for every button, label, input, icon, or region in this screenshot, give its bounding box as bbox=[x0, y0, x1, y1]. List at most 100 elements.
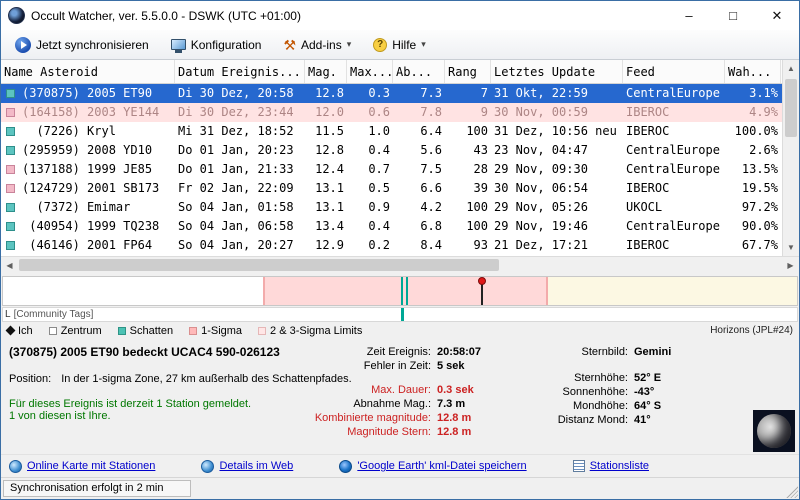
detail-value: 5 sek bbox=[437, 360, 465, 372]
cell-update: 31 Dez, 10:56 neu bbox=[494, 124, 617, 138]
detail-row: Sonnenhöhe: -43° bbox=[536, 385, 671, 399]
cell-max: 0.7 bbox=[368, 162, 390, 176]
legend-ich-label: Ich bbox=[18, 324, 33, 337]
column-header-update[interactable]: Letztes Update bbox=[491, 60, 623, 83]
cell-mag: 12.8 bbox=[315, 143, 344, 157]
column-header-wahr[interactable]: Wah... bbox=[725, 60, 781, 83]
shadow-path-line bbox=[401, 277, 403, 305]
detail-label: Sternhöhe: bbox=[574, 372, 628, 384]
cell-rang: 39 bbox=[473, 181, 488, 195]
cell-name: (164158) 2003 YE144 bbox=[22, 105, 160, 119]
detail-value: -43° bbox=[634, 386, 655, 398]
cell-datum: Fr 02 Jan, 22:09 bbox=[178, 181, 294, 195]
links-bar: Online Karte mit Stationen Details im Web… bbox=[1, 454, 799, 477]
column-header-name[interactable]: Name Asteroid bbox=[1, 60, 175, 83]
cell-max: 0.6 bbox=[368, 105, 390, 119]
cell-wahr: 67.7% bbox=[741, 238, 778, 252]
event-tag-icon bbox=[1, 84, 19, 103]
close-button[interactable]: ✕ bbox=[755, 1, 799, 30]
legend-zentrum-label: Zentrum bbox=[60, 324, 102, 337]
table-row[interactable]: (7226) Kryl Mi 31 Dez, 18:52 11.5 1.0 6.4 100… bbox=[1, 122, 782, 141]
event-tag-icon bbox=[1, 160, 19, 179]
detail-row: Fehler in Zeit: 5 sek bbox=[253, 359, 481, 373]
vertical-scrollbar[interactable]: ▲ ▼ bbox=[782, 60, 799, 256]
column-header-rang[interactable]: Rang bbox=[445, 60, 491, 83]
legend: Ich Zentrum Schatten 1-Sigma 2 & 3-Sigma… bbox=[1, 322, 799, 339]
horizontal-scroll-track[interactable] bbox=[18, 257, 782, 273]
table-row[interactable]: (124729) 2001 SB173 Fr 02 Jan, 22:09 13.1 0… bbox=[1, 179, 782, 198]
column-header-max[interactable]: Max... bbox=[347, 60, 393, 83]
horizontal-scrollbar[interactable]: ◀ ▶ bbox=[1, 256, 799, 273]
detail-label: Mondhöhe: bbox=[572, 400, 628, 412]
cell-update: 29 Nov, 05:26 bbox=[494, 200, 588, 214]
detail-value: 52° E bbox=[634, 372, 662, 384]
horizontal-scroll-thumb[interactable] bbox=[19, 259, 499, 271]
cell-mag: 13.1 bbox=[315, 181, 344, 195]
vertical-scroll-thumb[interactable] bbox=[785, 79, 797, 137]
cell-update: 29 Nov, 09:30 bbox=[494, 162, 588, 176]
google-earth-kml-link[interactable]: 'Google Earth' kml-Datei speichern bbox=[339, 459, 527, 473]
station-list-link[interactable]: Stationsliste bbox=[572, 460, 649, 472]
cell-rang: 43 bbox=[473, 143, 488, 157]
sync-now-button[interactable]: Jetzt synchronisieren bbox=[6, 33, 158, 57]
legend-23-sigma-label: 2 & 3-Sigma Limits bbox=[270, 324, 363, 337]
ephemeris-source-label: Horizons (JPL#24) bbox=[710, 325, 793, 336]
maximize-button[interactable]: □ bbox=[711, 1, 755, 30]
detail-value: 12.8 m bbox=[437, 412, 472, 424]
cell-max: 0.2 bbox=[368, 238, 390, 252]
detail-row: Magnitude Stern: 12.8 m bbox=[253, 425, 481, 439]
cell-rang: 100 bbox=[466, 124, 488, 138]
cell-ab: 8.4 bbox=[420, 238, 442, 252]
detail-value: 7.3 m bbox=[437, 398, 466, 410]
table-row[interactable]: (295959) 2008 YD10 Do 01 Jan, 20:23 12.8 0.… bbox=[1, 141, 782, 160]
scroll-down-icon[interactable]: ▼ bbox=[783, 239, 799, 256]
community-tags-strip[interactable]: L [Community Tags] bbox=[2, 307, 798, 322]
event-tag-icon bbox=[1, 217, 19, 236]
table-row[interactable]: (46146) 2001 FP64 So 04 Jan, 20:27 12.9 0.2… bbox=[1, 236, 782, 255]
resize-grip[interactable] bbox=[785, 485, 798, 498]
cell-feed: CentralEurope bbox=[626, 143, 720, 157]
detail-row: Distanz Mond: 41° bbox=[536, 413, 671, 427]
column-header-datum[interactable]: Datum Ereignis... bbox=[175, 60, 305, 83]
cell-datum: Do 01 Jan, 21:33 bbox=[178, 162, 294, 176]
sigma23-swatch-icon bbox=[258, 326, 267, 335]
scroll-left-icon[interactable]: ◀ bbox=[1, 257, 18, 273]
table-row[interactable]: (370875) 2005 ET90 Di 30 Dez, 20:58 12.8 0.… bbox=[1, 84, 782, 103]
chevron-down-icon: ▾ bbox=[346, 39, 352, 49]
occultation-path-chart[interactable] bbox=[2, 276, 798, 306]
online-map-link[interactable]: Online Karte mit Stationen bbox=[9, 459, 155, 473]
configuration-icon bbox=[170, 39, 186, 53]
outer-region bbox=[548, 277, 797, 305]
cell-name: (40954) 1999 TQ238 bbox=[22, 219, 160, 233]
table-row[interactable]: (137188) 1999 JE85 Do 01 Jan, 21:33 12.4 0.… bbox=[1, 160, 782, 179]
column-header-ab[interactable]: Ab... bbox=[393, 60, 445, 83]
sync-now-label: Jetzt synchronisieren bbox=[36, 37, 149, 52]
table-body: (370875) 2005 ET90 Di 30 Dez, 20:58 12.8 0.… bbox=[1, 84, 782, 256]
detail-row: Mondhöhe: 64° S bbox=[536, 399, 671, 413]
table-row[interactable]: (40954) 1999 TQ238 So 04 Jan, 06:58 13.4 0.… bbox=[1, 217, 782, 236]
addins-button[interactable]: ⚒ Add-ins ▾ bbox=[274, 34, 360, 56]
scroll-right-icon[interactable]: ▶ bbox=[782, 257, 799, 273]
cell-name: (370875) 2005 ET90 bbox=[22, 86, 153, 100]
app-icon bbox=[8, 7, 25, 24]
column-header-feed[interactable]: Feed bbox=[623, 60, 725, 83]
scroll-up-icon[interactable]: ▲ bbox=[783, 60, 799, 77]
link-label: Details im Web bbox=[219, 460, 294, 472]
vertical-scroll-track[interactable] bbox=[783, 77, 799, 239]
addins-label: Add-ins bbox=[301, 37, 342, 52]
legend-zentrum: Zentrum bbox=[48, 324, 102, 337]
table-row[interactable]: (7372) Emimar So 04 Jan, 01:58 13.1 0.9 4.2 1… bbox=[1, 198, 782, 217]
configuration-button[interactable]: Konfiguration bbox=[162, 34, 271, 56]
table-row[interactable]: (164158) 2003 YE144 Di 30 Dez, 23:44 12.0 0… bbox=[1, 103, 782, 122]
cell-feed: IBEROC bbox=[626, 105, 670, 119]
cell-datum: Di 30 Dez, 20:58 bbox=[178, 86, 294, 100]
lane-label: L bbox=[5, 309, 11, 320]
help-button[interactable]: ? Hilfe ▾ bbox=[364, 34, 435, 56]
column-header-mag[interactable]: Mag. bbox=[305, 60, 347, 83]
detail-label: Fehler in Zeit: bbox=[363, 360, 431, 372]
cell-name: (137188) 1999 JE85 bbox=[22, 162, 153, 176]
occult-watcher-window: Occult Watcher, ver. 5.5.0.0 - DSWK (UTC… bbox=[0, 0, 800, 500]
minimize-button[interactable]: – bbox=[667, 1, 711, 30]
cell-rang: 100 bbox=[466, 219, 488, 233]
web-details-link[interactable]: Details im Web bbox=[201, 459, 294, 473]
